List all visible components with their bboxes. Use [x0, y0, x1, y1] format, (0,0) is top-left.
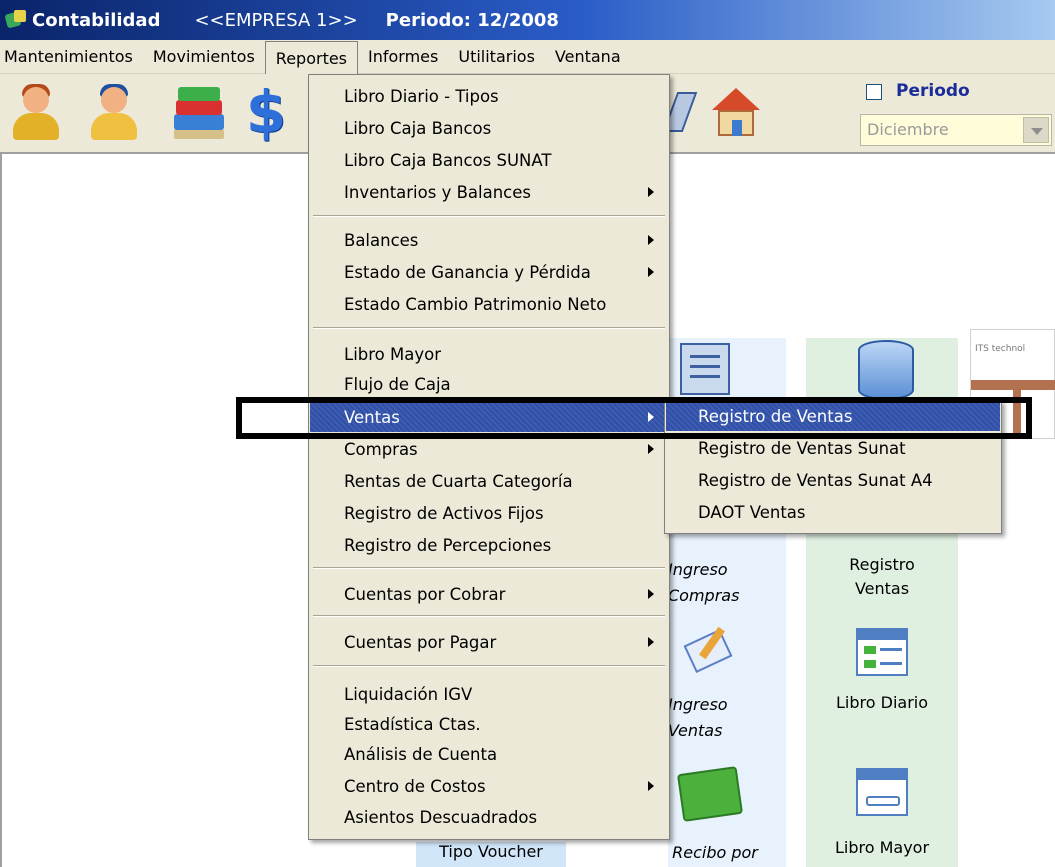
libro-mayor-label[interactable]: Libro Mayor: [806, 838, 958, 857]
libro-diario-label[interactable]: Libro Diario: [806, 693, 958, 712]
menu-item-activos-fijos[interactable]: Registro de Activos Fijos: [310, 498, 668, 528]
submenu-arrow-icon: [648, 781, 654, 791]
menu-item-inventarios-balances[interactable]: Inventarios y Balances: [310, 177, 668, 207]
menu-item-flujo-caja[interactable]: Flujo de Caja: [310, 369, 668, 399]
ingreso-ventas-label[interactable]: Ingreso Ventas: [668, 692, 746, 744]
menu-item-liquidacion-igv[interactable]: Liquidación IGV: [310, 679, 668, 709]
menu-item-libro-caja-bancos-sunat[interactable]: Libro Caja Bancos SUNAT: [310, 145, 668, 175]
menu-separator: [313, 215, 665, 217]
submenu-arrow-icon: [648, 412, 654, 422]
submenu-arrow-icon: [648, 267, 654, 277]
menu-informes[interactable]: Informes: [358, 41, 448, 73]
reportes-dropdown: Libro Diario - Tipos Libro Caja Bancos L…: [308, 74, 670, 840]
checklist-icon[interactable]: [856, 628, 908, 676]
menu-item-libro-caja-bancos[interactable]: Libro Caja Bancos: [310, 113, 668, 143]
folder-icon[interactable]: [676, 766, 744, 822]
menu-separator: [313, 665, 665, 667]
menu-item-balances[interactable]: Balances: [310, 225, 668, 255]
house-icon[interactable]: [706, 84, 762, 140]
menu-item-rentas-cuarta[interactable]: Rentas de Cuarta Categoría: [310, 466, 668, 496]
calendar-icon[interactable]: [856, 768, 908, 816]
ventas-submenu: Registro de Ventas Registro de Ventas Su…: [664, 400, 1002, 534]
menu-bar: Mantenimientos Movimientos Reportes Info…: [0, 40, 1055, 75]
periodo-label: Periodo: [896, 81, 970, 101]
pen-icon[interactable]: [682, 626, 738, 674]
menu-item-registro-ventas-sunat-a4[interactable]: Registro de Ventas Sunat A4: [666, 465, 1000, 495]
menu-item-estado-cambio-patrimonio[interactable]: Estado Cambio Patrimonio Neto: [310, 289, 668, 319]
menu-item-compras[interactable]: Compras: [310, 434, 668, 464]
menu-item-libro-diario-tipos[interactable]: Libro Diario - Tipos: [310, 81, 668, 111]
menu-item-estadistica-ctas[interactable]: Estadística Ctas.: [310, 709, 668, 739]
menu-movimientos[interactable]: Movimientos: [143, 41, 265, 73]
its-logo-text: ITS technol: [975, 344, 1026, 354]
menu-item-cuentas-pagar[interactable]: Cuentas por Pagar: [310, 627, 668, 657]
periodo-value: Diciembre: [867, 120, 949, 139]
periodo-checkbox[interactable]: [866, 84, 882, 100]
submenu-arrow-icon: [648, 235, 654, 245]
menu-item-estado-ganancia-perdida[interactable]: Estado de Ganancia y Pérdida: [310, 257, 668, 287]
title-bar: Contabilidad <<EMPRESA 1>> Periodo: 12/2…: [0, 0, 1055, 40]
menu-item-centro-costos[interactable]: Centro de Costos: [310, 771, 668, 801]
registro-ventas-label[interactable]: Registro Ventas: [806, 553, 958, 601]
tipo-voucher-label[interactable]: Tipo Voucher: [416, 842, 566, 867]
recibo-por-label[interactable]: Recibo por: [650, 843, 780, 862]
user-blue-icon[interactable]: [86, 84, 142, 140]
company-name: <<EMPRESA 1>>: [194, 9, 358, 31]
document-icon[interactable]: [680, 343, 730, 395]
menu-item-asientos-descuadrados[interactable]: Asientos Descuadrados: [310, 802, 668, 832]
app-title: Contabilidad: [32, 9, 161, 31]
period-title: Periodo: 12/2008: [385, 9, 559, 31]
submenu-arrow-icon: [648, 444, 654, 454]
menu-item-analisis-cuenta[interactable]: Análisis de Cuenta: [310, 739, 668, 769]
user-icon[interactable]: [8, 84, 64, 140]
menu-item-percepciones[interactable]: Registro de Percepciones: [310, 530, 668, 560]
menu-reportes[interactable]: Reportes: [264, 40, 359, 75]
menu-separator: [313, 567, 665, 569]
menu-item-libro-mayor[interactable]: Libro Mayor: [310, 339, 668, 369]
menu-item-daot-ventas[interactable]: DAOT Ventas: [666, 497, 1000, 527]
submenu-arrow-icon: [648, 637, 654, 647]
menu-mantenimientos[interactable]: Mantenimientos: [0, 41, 143, 73]
submenu-arrow-icon: [648, 589, 654, 599]
ingreso-compras-label[interactable]: Ingreso Compras: [668, 557, 746, 609]
menu-utilitarios[interactable]: Utilitarios: [448, 41, 545, 73]
menu-item-cuentas-cobrar[interactable]: Cuentas por Cobrar: [310, 579, 668, 609]
app-icon: [4, 10, 28, 30]
menu-ventana[interactable]: Ventana: [545, 41, 631, 73]
menu-item-ventas[interactable]: Ventas: [310, 402, 668, 432]
periodo-select[interactable]: Diciembre: [860, 114, 1052, 146]
menu-separator: [313, 327, 665, 329]
dollar-icon[interactable]: $: [238, 83, 294, 141]
submenu-arrow-icon: [648, 187, 654, 197]
menu-separator: [313, 615, 665, 617]
database-icon[interactable]: [858, 340, 914, 400]
books-icon[interactable]: [170, 84, 226, 140]
menu-item-registro-ventas-sunat[interactable]: Registro de Ventas Sunat: [666, 433, 1000, 463]
menu-item-registro-ventas[interactable]: Registro de Ventas: [666, 401, 1000, 431]
chevron-down-icon[interactable]: [1023, 117, 1049, 143]
